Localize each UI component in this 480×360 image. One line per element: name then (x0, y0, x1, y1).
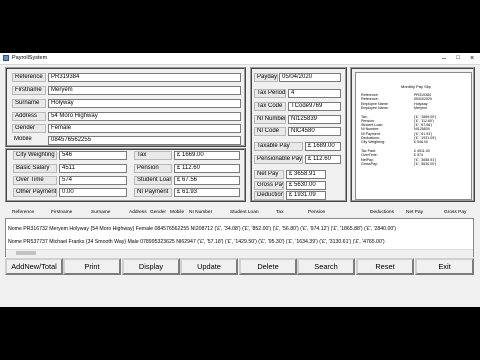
header-pension: Pension (308, 210, 326, 215)
maximize-icon[interactable]: □ (452, 53, 464, 64)
mobile-field[interactable]: 084576562255 (48, 136, 241, 145)
header-tax: Tax (276, 210, 284, 215)
header-address: Address (129, 210, 147, 215)
reference-label: Reference (12, 73, 46, 82)
other-payment-label: Other Payment (13, 188, 57, 197)
tax-period-field[interactable]: 4 (288, 89, 341, 98)
tax-period-label: Tax Period (254, 89, 286, 98)
ni-payment-field[interactable]: £ 61.93 (174, 188, 240, 197)
payday-label: Payday (254, 73, 278, 82)
basic-salary-label: Basic Salary (13, 164, 57, 173)
taxable-pay-field[interactable]: £ 1689.00 (305, 142, 341, 151)
app-icon (3, 55, 9, 61)
pensionable-pay-label: Pensionable Pay (254, 155, 303, 164)
payslip-row-value: Meryem (414, 105, 427, 110)
header-gross-pay: Gross Pay (444, 210, 467, 215)
reference-field[interactable]: PR319384 (48, 73, 241, 82)
payslip-row-label: Employee Name: (361, 105, 389, 110)
header-reference: Reference (12, 210, 35, 215)
update-button[interactable]: Update (180, 258, 238, 275)
close-icon[interactable]: × (466, 53, 478, 64)
gross-pay-field[interactable]: £ 5630.00 (286, 181, 326, 190)
header-firstname: Firstname (51, 210, 73, 215)
over-time-field[interactable]: 574 (59, 176, 127, 185)
list-item[interactable]: Nome PR316732 Meryem Holyway {54 Moro Hi… (8, 226, 396, 232)
pension-label: Pension (134, 164, 172, 173)
gender-label: Gender (12, 124, 46, 133)
button-bar: AddNew/Total Print Display Update Delete… (5, 258, 474, 275)
list-item[interactable]: Nome PR537737 Michael Franks {34 Smooth … (8, 239, 385, 245)
net-pay-field[interactable]: £ 3658.91 (286, 170, 326, 179)
city-weighting-label: City Weighting (13, 151, 57, 160)
mobile-label: Mobile (14, 136, 32, 142)
header-surname: Surname (91, 210, 111, 215)
print-button[interactable]: Print (63, 258, 121, 275)
gross-pay-label: Gross Pay (254, 181, 284, 190)
surname-label: Surname (12, 99, 46, 108)
tax-code-label: Tax Code (254, 102, 286, 111)
ni-payment-label: NI Payment (134, 188, 172, 197)
header-deductions: Deductions (370, 210, 394, 215)
title-bar: PayrollSystem – □ × (0, 53, 480, 65)
payday-field[interactable]: 05/04/2020 (279, 73, 341, 82)
add-new-total-button[interactable]: AddNew/Total (5, 258, 63, 275)
window-title: PayrollSystem (12, 55, 48, 61)
firstname-field[interactable]: Meryem (48, 86, 241, 95)
ni-code-field[interactable]: NIC4580 (288, 127, 341, 136)
header-student-loan: Student Loan (230, 210, 259, 215)
display-button[interactable]: Display (122, 258, 180, 275)
tax-field[interactable]: £ 1669.00 (174, 151, 240, 160)
ni-code-label: NI Code (254, 127, 286, 136)
firstname-label: Firstname (12, 86, 46, 95)
search-button[interactable]: Search (297, 258, 355, 275)
student-loan-label: Student Loan (134, 176, 172, 185)
pensionable-pay-field[interactable]: £ 112.60 (305, 155, 341, 164)
deductions-field[interactable]: £ 1931.09 (286, 191, 326, 200)
other-payment-field[interactable]: 0.00 (59, 188, 127, 197)
address-field[interactable]: 54 Moro Highway (48, 112, 241, 121)
payslip-row-label: City Weighting: (361, 140, 386, 145)
address-label: Address (12, 112, 46, 121)
header-gender: Gender (150, 210, 166, 215)
over-time-label: Over Time (13, 176, 57, 185)
city-weighting-field[interactable]: 546 (59, 151, 127, 160)
tax-code-field[interactable]: TCode9769 (288, 102, 341, 111)
ni-number-label: NI Number (254, 115, 286, 124)
basic-salary-field[interactable]: 4511 (59, 164, 127, 173)
delete-button[interactable]: Delete (239, 258, 297, 275)
net-pay-label: Net Pay (254, 170, 284, 179)
payslip-row-value: ('£', '5630.00') (414, 161, 437, 166)
header-net-pay: Net Pay (406, 210, 424, 215)
taxable-pay-label: Taxable Pay (254, 142, 303, 151)
exit-button[interactable]: Exit (415, 258, 474, 275)
ni-number-field[interactable]: NI125839 (288, 115, 341, 124)
header-mobile: Mobile (170, 210, 185, 215)
minimize-icon[interactable]: – (438, 53, 450, 64)
reset-button[interactable]: Reset (356, 258, 414, 275)
scrollbar-thumb[interactable] (16, 251, 36, 255)
student-loan-field[interactable]: £ 67.56 (174, 176, 240, 185)
payslip-row-value: £ 546.00 (414, 140, 428, 145)
surname-field[interactable]: Holyway (48, 99, 241, 108)
pension-field[interactable]: £ 112.60 (174, 164, 240, 173)
tax-label: Tax (134, 151, 172, 160)
deductions-label: Deductions (254, 191, 284, 200)
horizontal-scrollbar[interactable] (6, 249, 473, 257)
payslip-text[interactable]: Monthly Pay Slip Reference: PR319384 Refer… (355, 72, 472, 200)
payslip-row-label: GrossPay: (361, 161, 378, 166)
header-ni-number: NI Number (189, 210, 213, 215)
payslip-title: Monthly Pay Slip (401, 84, 431, 89)
gender-field[interactable]: Female (48, 124, 241, 133)
